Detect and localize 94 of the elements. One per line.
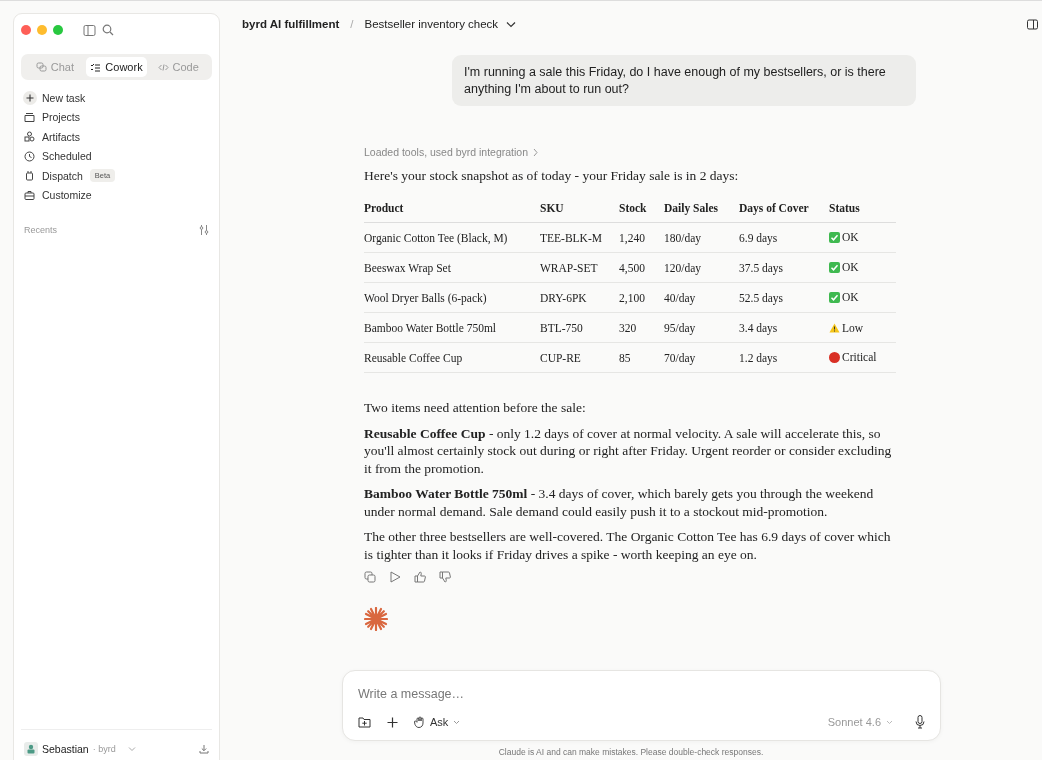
thumbs-up-icon[interactable] <box>414 571 426 583</box>
table-cell: 320 <box>619 312 664 343</box>
table-cell: 95/day <box>664 312 739 343</box>
shapes-icon <box>24 131 35 143</box>
column-header: SKU <box>540 194 619 223</box>
table-cell: 52.5 days <box>739 282 829 313</box>
search-icon[interactable] <box>102 24 114 36</box>
nav-label: Projects <box>42 111 80 124</box>
column-header: Stock <box>619 194 664 223</box>
table-cell: Reusable Coffee Cup <box>364 342 540 373</box>
chevron-down-icon <box>886 719 893 725</box>
device-icon <box>24 170 35 182</box>
copy-icon[interactable] <box>364 571 376 583</box>
nav-label: Customize <box>42 189 92 202</box>
sidebar-toggle-icon[interactable] <box>83 23 96 37</box>
table-cell: Wool Dryer Balls (6-pack) <box>364 282 540 313</box>
close-button[interactable] <box>21 25 31 35</box>
table-cell: 40/day <box>664 282 739 313</box>
tools-used-link[interactable]: Loaded tools, used byrd integration <box>364 146 529 158</box>
user-name[interactable]: Sebastian <box>42 743 89 755</box>
maximize-button[interactable] <box>53 25 63 35</box>
table-cell: 85 <box>619 342 664 373</box>
conversation-title[interactable]: Bestseller inventory check <box>364 18 499 30</box>
table-cell: TEE-BLK-M <box>540 222 619 253</box>
nav-label: Scheduled <box>42 150 92 163</box>
recents-label: Recents <box>24 225 58 235</box>
nav-item[interactable]: Artifacts <box>21 127 212 147</box>
thumbs-down-icon[interactable] <box>439 571 451 583</box>
table-cell: Organic Cotton Tee (Black, M) <box>364 222 540 253</box>
mode-dropdown[interactable]: Ask <box>414 716 461 728</box>
table-cell: 2,100 <box>619 282 664 313</box>
nav-item[interactable]: Projects <box>21 107 212 127</box>
org-name: · byrd <box>92 744 116 754</box>
message-input[interactable]: Write a message… <box>358 685 925 703</box>
table-cell: 4,500 <box>619 252 664 283</box>
table-cell: BTL-750 <box>540 312 619 343</box>
table-cell: CUP-RE <box>540 342 619 373</box>
table-cell: DRY-6PK <box>540 282 619 313</box>
column-header: Status <box>829 194 896 223</box>
table-cell: 6.9 days <box>739 222 829 253</box>
download-icon[interactable] <box>199 744 209 754</box>
nav-item[interactable]: Customize <box>21 185 212 205</box>
checklist-icon <box>90 61 102 73</box>
status-label: Low <box>829 321 864 334</box>
panel-toggle-icon[interactable] <box>1027 18 1038 30</box>
table-cell: Bamboo Water Bottle 750ml <box>364 312 540 343</box>
plus-icon <box>23 90 37 105</box>
response-text: The other three bestsellers are well-covered. The Organic Cotton Tee has 6.9 days of cover which is tighter than it looks if Friday drives a spike - worth keeping an eye on. <box>364 528 892 563</box>
chevron-down-icon <box>453 719 461 725</box>
clock-icon <box>24 150 35 162</box>
status-label: OK <box>829 291 859 304</box>
play-icon[interactable] <box>389 571 401 583</box>
briefcase-icon <box>24 189 35 201</box>
microphone-icon[interactable] <box>915 715 925 729</box>
nav-label: New task <box>42 91 86 104</box>
table-cell: WRAP-SET <box>540 252 619 283</box>
workspace-name[interactable]: byrd AI fulfillment <box>242 18 340 30</box>
folder-icon <box>24 111 35 123</box>
table-cell: Beeswax Wrap Set <box>364 252 540 283</box>
user-message: I'm running a sale this Friday, do I have enough of my bestsellers, or is there anything I'm about to run out? <box>452 55 916 106</box>
response-text: Reusable Coffee Cup - only 1.2 days of cover at normal velocity. A sale will accelerate this, so you'll almost certainly stock out during or right after Friday. Urgent reorder or consider excluding it from the promotion. <box>364 424 893 477</box>
table-cell: 120/day <box>664 252 739 283</box>
nav-label: Artifacts <box>42 130 80 143</box>
column-header: Product <box>364 194 540 223</box>
response-text: Here's your stock snapshot as of today - your Friday sale is in 2 days: <box>364 168 740 184</box>
mode-tab[interactable]: Cowork <box>85 57 148 77</box>
nav-item[interactable]: Scheduled <box>21 146 212 166</box>
chat-bubbles-icon <box>35 61 47 73</box>
hand-icon <box>414 716 425 728</box>
column-header: Daily Sales <box>664 194 739 223</box>
disclaimer-text: Claude is AI and can make mistakes. Please double-check responses. <box>498 747 764 757</box>
column-header: Days of Cover <box>739 194 829 223</box>
table-cell: 3.4 days <box>739 312 829 343</box>
table-cell: 37.5 days <box>739 252 829 283</box>
response-text: Two items need attention before the sale: <box>364 399 587 417</box>
table-cell: 180/day <box>664 222 739 253</box>
sparkle-logo-icon <box>364 607 388 631</box>
table-cell: 70/day <box>664 342 739 373</box>
table-cell: 1,240 <box>619 222 664 253</box>
avatar-icon <box>24 742 38 756</box>
code-icon <box>157 61 169 73</box>
breadcrumb-separator: / <box>350 18 354 30</box>
nav-label: Dispatch <box>42 169 83 182</box>
folder-add-icon[interactable] <box>358 716 371 728</box>
chevron-right-icon[interactable] <box>532 147 540 157</box>
response-text: Bamboo Water Bottle 750ml - 3.4 days of cover, which barely gets you through the weekend under normal demand. Sale demand could easily push it to a stockout mid-promotion. <box>364 485 875 520</box>
chevron-down-icon[interactable] <box>506 20 517 28</box>
nav-item[interactable]: New task <box>21 88 212 108</box>
table-cell: 1.2 days <box>739 342 829 373</box>
filter-icon[interactable] <box>199 225 209 235</box>
status-label: OK <box>829 231 859 244</box>
status-label: Critical <box>829 351 877 364</box>
plus-icon[interactable] <box>387 716 398 728</box>
status-label: OK <box>829 261 859 274</box>
